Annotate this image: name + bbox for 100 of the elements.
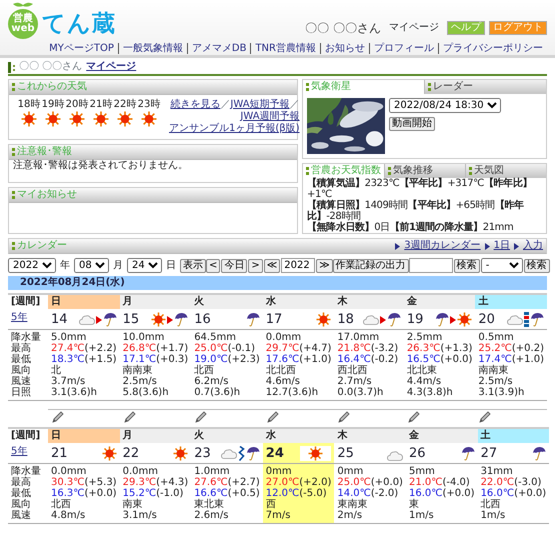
separator-text: ／ xyxy=(290,99,300,110)
logo-badge-text: web xyxy=(11,24,35,34)
wind-speed-text: 1m/s xyxy=(480,510,506,521)
row-label: 風向 xyxy=(11,365,32,376)
low-temperature-text: 18.3℃(+1.5) xyxy=(51,354,117,365)
nav-link[interactable]: プロフィール xyxy=(369,43,438,54)
row-label: 風速 xyxy=(11,510,32,521)
dots-icon xyxy=(306,83,309,91)
pencil-icon[interactable] xyxy=(195,411,208,423)
forecast-link[interactable]: JWA短期予報 xyxy=(230,99,290,111)
panel-tab[interactable]: 天気図 xyxy=(465,164,546,178)
precipitation-text: 5mm xyxy=(408,466,436,477)
index-text: 【積算気温】2323℃【平年比】+317℃【昨年比】+1℃ xyxy=(307,178,534,200)
years-link[interactable]: 5年 xyxy=(11,446,28,458)
forecast-link[interactable]: 続きを見る xyxy=(170,99,220,111)
wind-direction-text: 北北西 xyxy=(266,365,297,376)
show-button[interactable]: 表示 xyxy=(180,258,206,272)
unit-label: 日 xyxy=(166,260,176,272)
nav-link[interactable]: MYページTOP xyxy=(45,43,118,54)
row-label: 降水量 xyxy=(11,332,42,343)
nav-link[interactable]: 一般気象情報 xyxy=(118,43,187,54)
wind-direction-text: 北西 xyxy=(480,498,502,510)
precipitation-text: 0mm xyxy=(266,466,293,477)
high-temperature-text: 27.4℃(+2.2) xyxy=(51,343,117,354)
filter-select[interactable]: - xyxy=(480,258,523,273)
nav-link[interactable]: プライバシーポリシー xyxy=(438,43,547,54)
next-year-button[interactable]: ≫ xyxy=(316,258,333,272)
wind-direction-text: 西北西 xyxy=(337,365,368,376)
year-select[interactable]: 2022 xyxy=(8,258,56,273)
low-temperature-text: 16.0℃(+0.0) xyxy=(408,488,475,499)
time-select[interactable]: 2022/08/24 18:30 xyxy=(389,98,501,113)
precipitation-text: 31mm xyxy=(480,466,514,477)
dots-icon xyxy=(12,148,15,156)
years-link[interactable]: 5年 xyxy=(11,312,28,324)
precipitation-text: 2.5mm xyxy=(406,332,444,343)
sunshine-text: 0.7(3.6)h xyxy=(194,387,242,398)
forecast-link[interactable]: アンサンブル1ヶ月予報(β版) xyxy=(169,123,300,134)
panel-tab[interactable]: レーダー xyxy=(424,80,546,94)
pencil-icon[interactable] xyxy=(408,411,420,423)
forecast-link[interactable]: JWA週間予報 xyxy=(240,111,300,123)
date-number: 15 xyxy=(122,313,140,327)
export-button[interactable]: 作業記録の出力 xyxy=(332,258,409,272)
precipitation-text: 0.0mm xyxy=(122,466,159,477)
wind-speed-text: 2m/s xyxy=(337,510,364,521)
weekday-header: 土 xyxy=(478,426,550,443)
mypage-link[interactable]: マイページ xyxy=(86,61,136,73)
calendar-link[interactable]: 3週間カレンダー xyxy=(404,240,481,252)
date-number: 25 xyxy=(337,446,354,461)
nav-link[interactable]: アメマメDB xyxy=(186,43,250,54)
month-select[interactable]: 08 xyxy=(74,258,109,273)
low-temperature-text: 16.4℃(-0.2) xyxy=(337,354,400,365)
year-field[interactable]: 2022 xyxy=(281,258,316,273)
play-button[interactable]: 動画開始 xyxy=(389,117,435,131)
pencil-icon[interactable] xyxy=(124,411,136,423)
mypage-link[interactable]: マイページ xyxy=(389,22,439,34)
low-temperature-text: 19.0℃(+2.3) xyxy=(194,354,260,365)
day-select[interactable]: 24 xyxy=(127,258,162,273)
sunshine-text: 3.1(3.6)h xyxy=(51,387,98,398)
triangle-icon xyxy=(484,242,490,250)
prev-button[interactable]: < xyxy=(206,258,220,272)
nav-link[interactable]: TNR営農情報 xyxy=(250,43,320,54)
wind-direction-text: 南南東 xyxy=(478,365,510,376)
pencil-icon[interactable] xyxy=(338,411,350,423)
wind-direction-text: 東北東 xyxy=(194,498,226,510)
wind-speed-text: 4.4m/s xyxy=(406,376,442,387)
panel-title: これからの天気 xyxy=(17,81,87,93)
wind-speed-text: 2.5m/s xyxy=(478,376,514,387)
pencil-icon[interactable] xyxy=(266,411,279,423)
calendar-link[interactable]: 1日 xyxy=(494,240,510,252)
precipitation-text: 64.5mm xyxy=(194,332,237,343)
triangle-icon xyxy=(514,242,519,250)
date-number: 19 xyxy=(406,313,424,327)
high-temperature-text: 29.3℃(+4.3) xyxy=(122,476,188,488)
search-field[interactable] xyxy=(408,258,453,273)
separator-text: ／ xyxy=(220,99,230,111)
prev-year-button[interactable]: ≪ xyxy=(264,258,280,272)
pencil-icon[interactable] xyxy=(479,411,492,423)
sunshine-text: 0.0(3.7)h xyxy=(337,387,384,398)
next-button[interactable]: > xyxy=(248,258,263,272)
calendar-link[interactable]: 入力 xyxy=(523,240,543,252)
weekday-header: 金 xyxy=(406,426,478,443)
row-label: 日照 xyxy=(11,387,32,398)
row-label: 降水量 xyxy=(11,466,42,477)
wind-speed-text: 1m/s xyxy=(408,510,435,521)
search-button[interactable]: 検索 xyxy=(454,258,480,272)
search-button[interactable]: 検索 xyxy=(524,258,550,272)
panel-tab[interactable]: 気象推移 xyxy=(384,164,465,178)
row-label: 最高 xyxy=(11,476,32,488)
low-temperature-text: 17.4℃(+1.0) xyxy=(478,354,544,365)
nav-link[interactable]: お知らせ xyxy=(320,43,369,54)
high-temperature-text: 27.6℃(+2.7) xyxy=(194,476,260,488)
weekday-header: 木 xyxy=(334,293,404,309)
high-temperature-text: 21.0℃(-4.0) xyxy=(408,476,471,488)
sunshine-text: 5.8(3.6)h xyxy=(122,387,170,398)
user-name: 〇〇 〇〇さん xyxy=(305,20,381,35)
hour-label: 18時 xyxy=(18,99,40,111)
today-button[interactable]: 今日 xyxy=(221,258,248,272)
pencil-icon[interactable] xyxy=(52,411,64,423)
date-number: 18 xyxy=(337,313,354,327)
weekday-header: 水 xyxy=(262,293,334,309)
